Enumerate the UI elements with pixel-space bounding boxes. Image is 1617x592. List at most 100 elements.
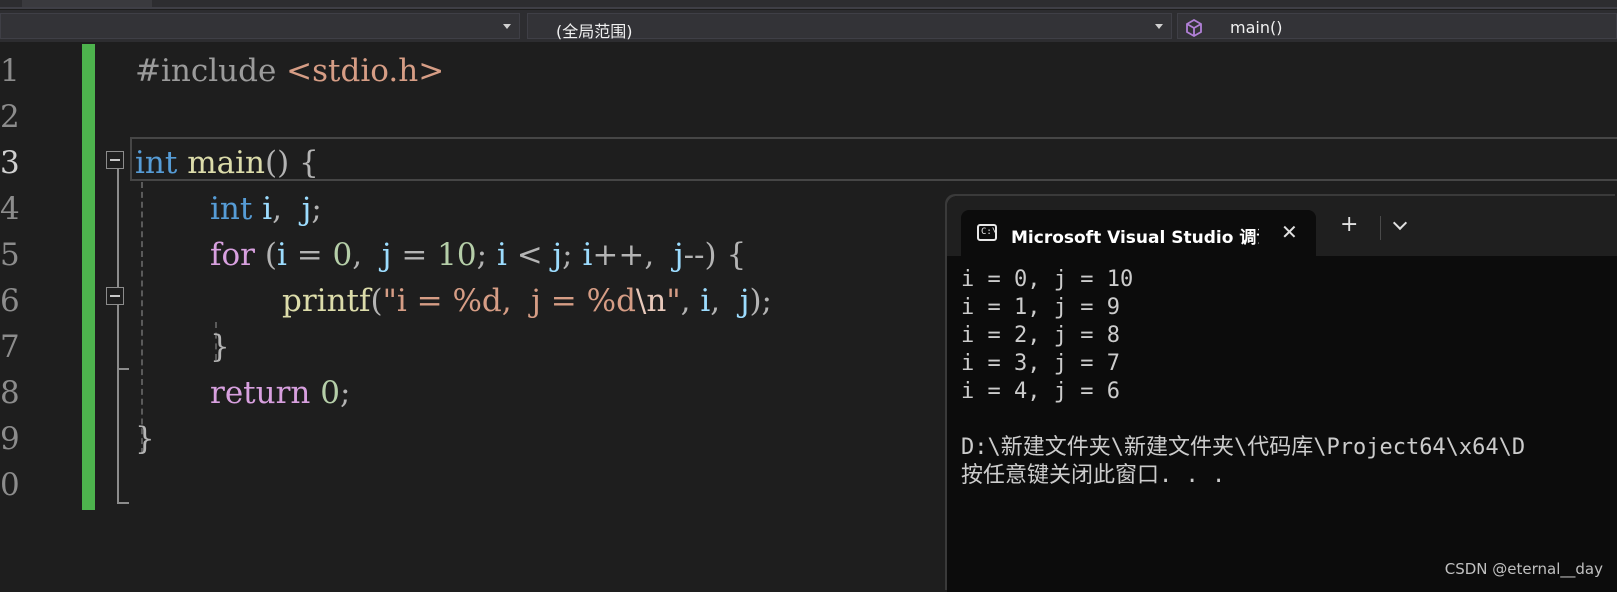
chevron-down-icon bbox=[1155, 24, 1163, 29]
scope-label: (全局范围) bbox=[556, 22, 633, 41]
token: ; bbox=[562, 237, 573, 273]
close-icon[interactable]: ✕ bbox=[1281, 220, 1298, 244]
document-tab-strip bbox=[0, 0, 1617, 9]
header-separator bbox=[1380, 216, 1381, 240]
member-dropdown[interactable]: main() bbox=[1177, 13, 1617, 39]
console-tab[interactable]: C:\ Microsoft Visual Studio 调试控制台 ✕ bbox=[961, 210, 1316, 256]
indent-guide bbox=[141, 182, 143, 454]
line-number: 0 bbox=[0, 467, 20, 503]
console-output: i = 0, j = 10 i = 1, j = 9 i = 2, j = 8 … bbox=[961, 266, 1525, 490]
token: j bbox=[739, 283, 750, 319]
token: \n bbox=[635, 283, 667, 319]
line-number: 9 bbox=[0, 421, 20, 457]
token: i bbox=[276, 237, 287, 273]
token: ( bbox=[370, 283, 383, 319]
token: i bbox=[496, 237, 507, 273]
token: return bbox=[210, 375, 311, 411]
token: <stdio.h> bbox=[286, 53, 445, 89]
output-line: i = 4, j = 6 bbox=[961, 379, 1120, 404]
token: 0 bbox=[320, 375, 340, 411]
token: int bbox=[210, 191, 253, 227]
collapse-for-icon[interactable] bbox=[106, 287, 124, 305]
method-cube-icon bbox=[1186, 18, 1202, 38]
line-number: 5 bbox=[0, 237, 20, 273]
project-dropdown[interactable] bbox=[0, 13, 520, 39]
code-line-6: printf("i = %d, j = %d\n", i, j); bbox=[282, 278, 772, 324]
fold-line-end bbox=[117, 502, 129, 504]
token: printf bbox=[282, 283, 371, 319]
token: } bbox=[210, 329, 230, 365]
token: , bbox=[272, 191, 282, 227]
code-line-1: #include <stdio.h> bbox=[135, 48, 444, 94]
line-number: 1 bbox=[0, 53, 20, 89]
new-tab-button[interactable]: + bbox=[1340, 212, 1358, 237]
token: 10 bbox=[437, 237, 477, 273]
token: i bbox=[582, 237, 593, 273]
token: int bbox=[135, 145, 178, 181]
watermark: CSDN @eternal__day bbox=[1444, 560, 1603, 578]
output-line: 按任意键关闭此窗口. . . bbox=[961, 463, 1226, 488]
console-title-bar: C:\ Microsoft Visual Studio 调试控制台 ✕ + bbox=[947, 196, 1617, 256]
line-number: 3 bbox=[0, 145, 20, 181]
code-line-8: return 0; bbox=[210, 370, 350, 416]
token: < bbox=[506, 237, 553, 273]
token: 0 bbox=[332, 237, 353, 273]
token: for bbox=[210, 237, 255, 273]
change-tracking-bar bbox=[82, 44, 95, 510]
token: "i = %d, j = %d bbox=[382, 283, 636, 319]
chevron-down-icon[interactable] bbox=[1392, 215, 1408, 231]
code-line-9: } bbox=[135, 416, 155, 462]
token: ; bbox=[339, 375, 351, 411]
token: -- bbox=[683, 237, 705, 273]
output-line: i = 0, j = 10 bbox=[961, 267, 1134, 292]
output-line: i = 3, j = 7 bbox=[961, 351, 1120, 376]
line-number: 6 bbox=[0, 283, 20, 319]
chevron-down-icon bbox=[503, 24, 511, 29]
token: () { bbox=[264, 145, 319, 181]
token: , bbox=[644, 237, 655, 273]
line-number: 2 bbox=[0, 99, 20, 135]
line-number: 4 bbox=[0, 191, 20, 227]
token: ++ bbox=[592, 237, 645, 273]
token: ( bbox=[264, 237, 277, 273]
token: i bbox=[700, 283, 711, 319]
collapse-main-icon[interactable] bbox=[106, 151, 124, 169]
console-tab-title: Microsoft Visual Studio 调试控制台 bbox=[1011, 228, 1259, 248]
fold-line-end bbox=[117, 368, 129, 370]
token: ; bbox=[311, 191, 322, 227]
token: #include bbox=[135, 53, 277, 89]
token: j bbox=[301, 191, 312, 227]
terminal-icon: C:\ bbox=[977, 224, 997, 241]
line-number: 7 bbox=[0, 329, 20, 365]
token: } bbox=[135, 421, 155, 457]
current-line-highlight bbox=[130, 137, 1617, 181]
code-line-4: int i, j; bbox=[210, 186, 322, 232]
token: = bbox=[391, 237, 438, 273]
token: " bbox=[666, 283, 681, 319]
line-number: 8 bbox=[0, 375, 20, 411]
token: ) { bbox=[704, 237, 747, 273]
member-label: main() bbox=[1230, 18, 1283, 37]
token: , bbox=[680, 283, 691, 319]
token: , bbox=[710, 283, 721, 319]
output-line: i = 1, j = 9 bbox=[961, 295, 1120, 320]
token: main bbox=[187, 145, 265, 181]
scope-dropdown[interactable]: (全局范围) bbox=[527, 13, 1172, 41]
tab-strip-divider bbox=[0, 7, 1617, 9]
document-tab[interactable] bbox=[22, 0, 152, 7]
output-line: D:\新建文件夹\新建文件夹\代码库\Project64\x64\D bbox=[961, 435, 1526, 460]
navigation-bar: (全局范围) main() bbox=[0, 10, 1617, 42]
token: ); bbox=[749, 283, 772, 319]
fold-line bbox=[117, 169, 119, 504]
token: i bbox=[262, 191, 273, 227]
token: j bbox=[552, 237, 563, 273]
code-line-5: for (i = 0, j = 10; i < j; i++, j--) { bbox=[210, 232, 746, 278]
code-line-3: int main() { bbox=[135, 140, 319, 186]
token: = bbox=[286, 237, 333, 273]
output-line: i = 2, j = 8 bbox=[961, 323, 1120, 348]
token: , bbox=[352, 237, 363, 273]
debug-console-window[interactable]: C:\ Microsoft Visual Studio 调试控制台 ✕ + i … bbox=[947, 196, 1617, 592]
code-line-7: } bbox=[210, 324, 230, 370]
token: j bbox=[673, 237, 684, 273]
